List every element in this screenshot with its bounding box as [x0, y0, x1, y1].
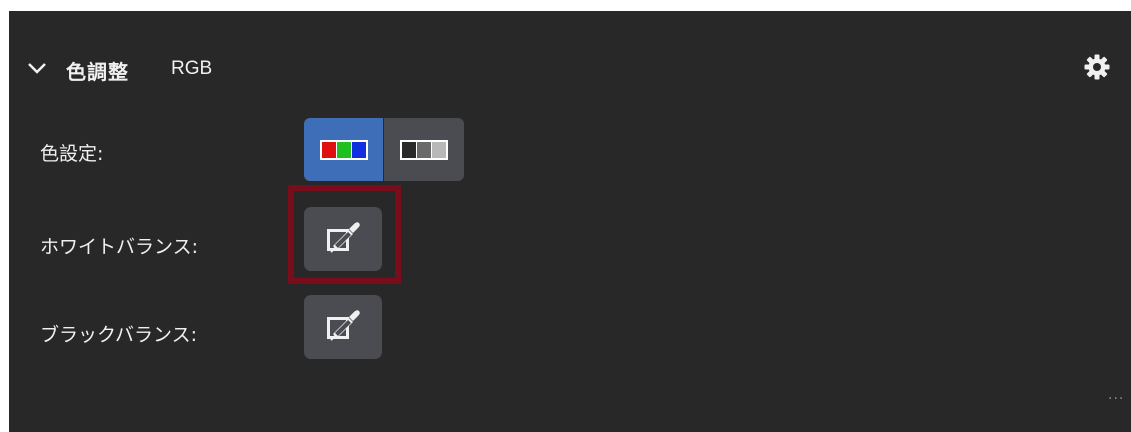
- grayscale-icon: [400, 139, 448, 160]
- gear-icon[interactable]: [1084, 54, 1110, 80]
- color-setting-label: 色設定:: [40, 143, 104, 165]
- panel-header: 色調整 RGB: [9, 11, 1131, 127]
- more-options[interactable]: ...: [1108, 387, 1124, 403]
- eyedropper-icon: [327, 310, 360, 341]
- color-setting-toggle: [304, 118, 464, 181]
- white-balance-picker-button[interactable]: [304, 207, 382, 271]
- color-mode-grayscale-button[interactable]: [384, 118, 464, 181]
- rgb-color-icon: [319, 139, 368, 160]
- eyedropper-icon: [327, 222, 360, 253]
- section-mode: RGB: [171, 58, 213, 79]
- color-mode-rgb-button[interactable]: [304, 118, 384, 181]
- black-balance-picker-button[interactable]: [304, 295, 382, 359]
- white-balance-label: ホワイトバランス:: [40, 236, 199, 258]
- chevron-down-icon[interactable]: [27, 58, 47, 78]
- black-balance-label: ブラックバランス:: [40, 324, 198, 346]
- section-title: 色調整: [66, 60, 129, 84]
- color-adjust-panel: 色調整 RGB 色設定: ホワイトバランス: ブラックバランス: ...: [9, 11, 1131, 432]
